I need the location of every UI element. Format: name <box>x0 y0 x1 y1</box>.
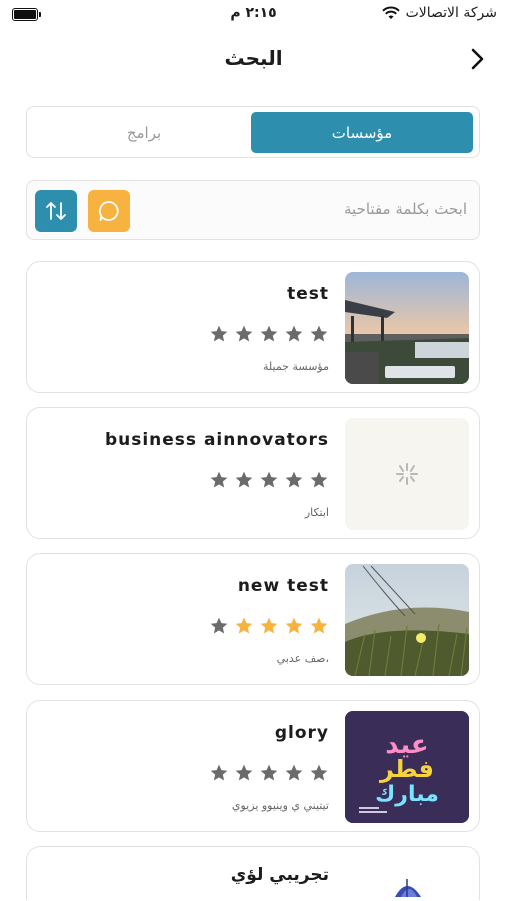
result-name: test <box>287 284 329 304</box>
result-name: new test <box>237 576 329 596</box>
svg-text:مبارك: مبارك <box>375 782 439 807</box>
loading-spinner-icon <box>396 463 418 485</box>
star-icon <box>310 325 328 342</box>
star-icon <box>235 764 253 781</box>
star-icon <box>285 764 303 781</box>
sort-arrows-icon <box>46 202 66 220</box>
result-name: business ainnovators <box>104 430 329 450</box>
result-category: تيتيني ي وينيوو يزيوي <box>231 799 329 812</box>
logo-shell <box>345 857 469 901</box>
status-bar: شركة الاتصالات ٢:١٥ م <box>0 0 507 30</box>
star-icon <box>285 325 303 342</box>
battery-icon <box>12 8 41 21</box>
grass-dune-photo <box>345 564 469 676</box>
search-input[interactable]: ابحث بكلمة مفتاحية <box>344 200 467 218</box>
search-button[interactable] <box>88 190 130 232</box>
result-category: ،صف عدبي <box>276 652 329 665</box>
star-icon <box>285 617 303 634</box>
chevron-right-icon[interactable] <box>465 46 489 72</box>
result-card[interactable]: business ainnovators ابتكار <box>26 407 480 539</box>
sort-button[interactable] <box>35 190 77 232</box>
star-icon <box>210 764 228 781</box>
result-name: glory <box>274 723 329 743</box>
star-icon <box>235 325 253 342</box>
svg-text:فطر: فطر <box>379 755 434 783</box>
star-icon <box>260 764 278 781</box>
star-icon <box>235 471 253 488</box>
star-icon <box>260 617 278 634</box>
result-card[interactable]: عيد فطر مبارك glory تيتيني ي وينيوو يزيو… <box>26 700 480 832</box>
star-icon <box>310 471 328 488</box>
star-icon <box>310 617 328 634</box>
star-icon <box>285 471 303 488</box>
beach-sunset-photo <box>345 272 469 384</box>
rating-stars <box>209 324 329 344</box>
search-bar: ابحث بكلمة مفتاحية <box>26 180 480 240</box>
star-icon <box>260 471 278 488</box>
segment-control: مؤسسات برامج <box>26 106 480 158</box>
page-title: البحث <box>224 46 283 70</box>
rating-stars <box>209 470 329 490</box>
result-card[interactable]: تجريبي لؤي <box>26 846 480 901</box>
status-time: ٢:١٥ م <box>230 5 277 21</box>
result-name: تجريبي لؤي <box>230 865 329 885</box>
result-card[interactable]: new test ،صف عدبي <box>26 553 480 685</box>
header: البحث <box>0 38 507 82</box>
star-icon <box>310 764 328 781</box>
result-category: مؤسسة جميلة <box>262 360 329 373</box>
chat-bubble-icon <box>98 201 119 221</box>
eid-fitr-mubarak-poster: عيد فطر مبارك <box>345 711 469 823</box>
result-card[interactable]: test مؤسسة جميلة <box>26 261 480 393</box>
tab-institutions[interactable]: مؤسسات <box>251 112 473 153</box>
star-icon <box>210 325 228 342</box>
rating-stars <box>209 763 329 783</box>
star-icon <box>235 617 253 634</box>
star-icon <box>260 325 278 342</box>
star-icon <box>210 617 228 634</box>
rating-stars <box>209 616 329 636</box>
star-icon <box>210 471 228 488</box>
result-category: ابتكار <box>304 506 329 519</box>
tab-programs[interactable]: برامج <box>33 112 255 153</box>
loading-placeholder <box>345 418 469 530</box>
